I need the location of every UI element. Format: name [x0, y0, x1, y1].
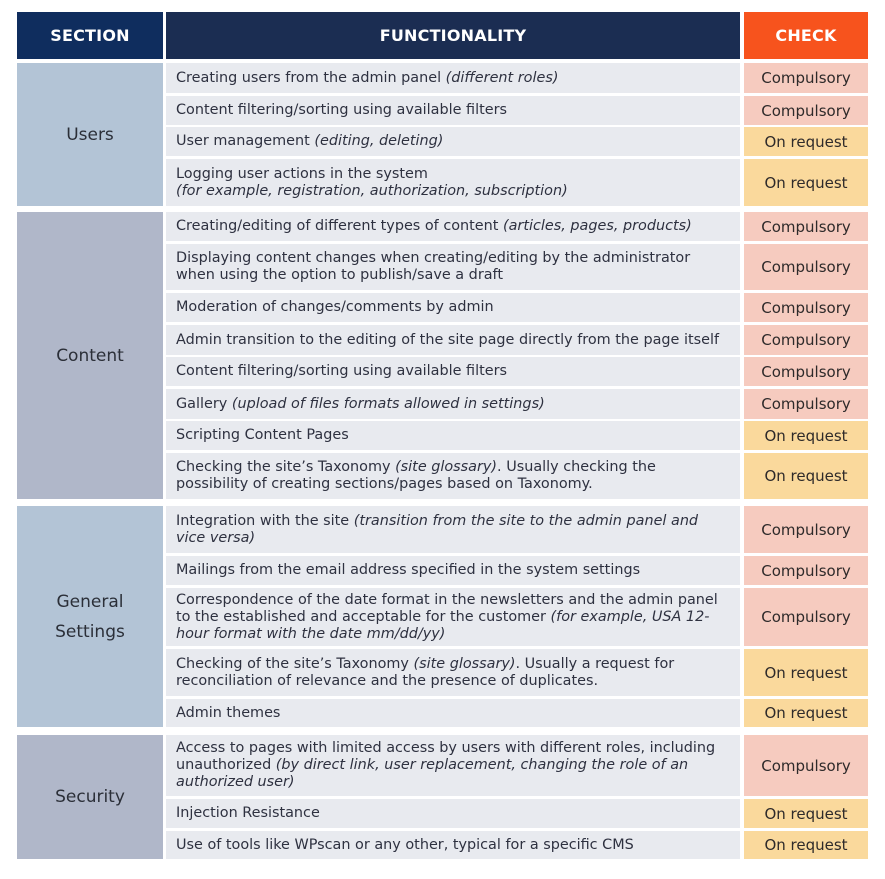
- check-value: On request: [764, 836, 848, 854]
- check-value: On request: [764, 132, 848, 151]
- functionality-cell: Admin themes: [166, 699, 740, 727]
- functionality-text: Scripting Content Pages: [176, 427, 349, 443]
- check-column-header: CHECK: [744, 12, 868, 59]
- check-badge-on-request: On request: [744, 127, 868, 156]
- section-label: Content: [17, 212, 163, 499]
- functionality-cell: Logging user actions in the system (for e…: [166, 159, 740, 206]
- section-column-header: SECTION: [17, 12, 163, 59]
- check-badge-on-request: On request: [744, 453, 868, 499]
- functionality-note: (for example, registration, authorizatio…: [176, 182, 568, 199]
- functionality-text: Logging user actions in the system: [176, 165, 428, 182]
- check-badge-compulsory: Compulsory: [744, 96, 868, 125]
- functionality-cell: Checking of the site’s Taxonomy (site gl…: [166, 649, 740, 696]
- check-value: On request: [764, 467, 848, 485]
- functionality-text: Use of tools like WPscan or any other, t…: [176, 836, 634, 853]
- functionality-text: Gallery: [176, 395, 232, 412]
- check-value: Compulsory: [761, 756, 851, 775]
- functionality-column-header: FUNCTIONALITY: [166, 12, 740, 59]
- functionality-cell: Access to pages with limited access by u…: [166, 735, 740, 796]
- functionality-cell: Integration with the site (transition fr…: [166, 506, 740, 553]
- check-badge-on-request: On request: [744, 159, 868, 206]
- section-label-text: Security: [55, 787, 125, 807]
- check-badge-on-request: On request: [744, 799, 868, 828]
- check-value: Compulsory: [761, 331, 851, 349]
- functionality-cell: Creating/editing of different types of c…: [166, 212, 740, 241]
- functionality-note: (different roles): [445, 69, 559, 86]
- check-badge-compulsory: Compulsory: [744, 588, 868, 646]
- check-value: On request: [764, 663, 848, 682]
- functionality-text: Displaying content changes when creating…: [176, 250, 691, 283]
- check-value: Compulsory: [761, 561, 851, 580]
- functionality-note: (upload of files formats allowed in sett…: [231, 395, 545, 412]
- functionality-cell: Injection Resistance: [166, 799, 740, 828]
- functionality-text: Checking of the site’s Taxonomy: [176, 655, 414, 672]
- functionality-note: (site glossary): [395, 459, 498, 475]
- check-value: Compulsory: [761, 395, 851, 413]
- functionality-note: (articles, pages, products): [503, 218, 692, 234]
- functionality-text: Checking the site’s Taxonomy: [176, 459, 396, 475]
- check-badge-compulsory: Compulsory: [744, 63, 868, 93]
- functionality-cell: Scripting Content Pages: [166, 421, 740, 450]
- check-badge-compulsory: Compulsory: [744, 389, 868, 419]
- section-label-text: Users: [66, 124, 114, 145]
- section-label-text: General Settings: [55, 591, 125, 642]
- functionality-text: Admin themes: [176, 704, 281, 721]
- functionality-text: Admin transition to the editing of the s…: [176, 331, 720, 348]
- section-label-text: Content: [56, 345, 124, 366]
- check-value: On request: [764, 173, 848, 192]
- functionality-note: (site glossary): [413, 655, 516, 672]
- functionality-cell: Content filtering/sorting using availabl…: [166, 357, 740, 386]
- functionality-text: Content filtering/sorting using availabl…: [176, 102, 508, 118]
- check-badge-compulsory: Compulsory: [744, 357, 868, 386]
- check-badge-compulsory: Compulsory: [744, 506, 868, 553]
- check-badge-compulsory: Compulsory: [744, 293, 868, 322]
- check-badge-on-request: On request: [744, 649, 868, 696]
- check-value: Compulsory: [761, 608, 851, 626]
- check-badge-compulsory: Compulsory: [744, 735, 868, 796]
- functionality-cell: Correspondence of the date format in the…: [166, 588, 740, 646]
- functionality-text: Creating users from the admin panel: [176, 69, 446, 86]
- check-badge-compulsory: Compulsory: [744, 244, 868, 290]
- check-value: Compulsory: [761, 362, 851, 381]
- functionality-text: User management: [176, 133, 315, 149]
- functionality-cell: Gallery (upload of files formats allowed…: [166, 389, 740, 419]
- functionality-text: Moderation of changes/comments by admin: [176, 299, 494, 315]
- functionality-cell: Checking the site’s Taxonomy (site gloss…: [166, 453, 740, 499]
- functionality-cell: Creating users from the admin panel (dif…: [166, 63, 740, 93]
- check-value: Compulsory: [761, 217, 851, 236]
- functionality-text: Injection Resistance: [176, 805, 320, 821]
- functionality-text: Content filtering/sorting using availabl…: [176, 363, 508, 379]
- check-value: On request: [764, 704, 848, 722]
- check-value: On request: [764, 804, 848, 823]
- section-label: Users: [17, 63, 163, 206]
- functionality-cell: Moderation of changes/comments by admin: [166, 293, 740, 322]
- check-value: On request: [764, 426, 848, 445]
- check-value: Compulsory: [761, 258, 851, 276]
- check-badge-compulsory: Compulsory: [744, 325, 868, 355]
- functionality-cell: Use of tools like WPscan or any other, t…: [166, 831, 740, 859]
- check-value: Compulsory: [761, 298, 851, 317]
- check-value: Compulsory: [761, 101, 851, 120]
- functionality-cell: User management (editing, deleting): [166, 127, 740, 156]
- section-label: Security: [17, 735, 163, 859]
- check-badge-on-request: On request: [744, 421, 868, 450]
- check-badge-on-request: On request: [744, 831, 868, 859]
- check-badge-on-request: On request: [744, 699, 868, 727]
- functionality-cell: Admin transition to the editing of the s…: [166, 325, 740, 355]
- functionality-text: Creating/editing of different types of c…: [176, 218, 503, 234]
- check-badge-compulsory: Compulsory: [744, 212, 868, 241]
- functionality-note: (editing, deleting): [314, 133, 444, 149]
- check-value: Compulsory: [761, 520, 851, 539]
- functionality-cell: Displaying content changes when creating…: [166, 244, 740, 290]
- check-badge-compulsory: Compulsory: [744, 556, 868, 585]
- functionality-cell: Mailings from the email address specifie…: [166, 556, 740, 585]
- functionality-text: Integration with the site: [176, 512, 354, 529]
- section-label: General Settings: [17, 506, 163, 727]
- check-value: Compulsory: [761, 69, 851, 87]
- functionality-text: Mailings from the email address specifie…: [176, 562, 641, 578]
- functionality-cell: Content filtering/sorting using availabl…: [166, 96, 740, 125]
